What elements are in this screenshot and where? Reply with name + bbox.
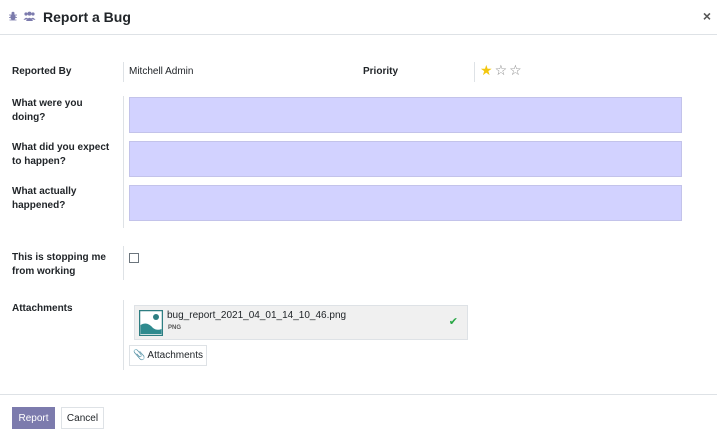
expected-input[interactable] [129, 141, 682, 177]
check-icon: ✔ [448, 316, 458, 328]
doing-input[interactable] [129, 97, 682, 133]
actual-input[interactable] [129, 185, 682, 221]
reported-by-value[interactable]: Mitchell Admin [129, 65, 193, 79]
attachment-file-type: PNG [168, 325, 182, 331]
actual-label: What actually happened? [12, 185, 76, 213]
doing-label-line2: doing? [12, 112, 46, 123]
attachment-file-name: bug_report_2021_04_01_14_10_46.png [167, 310, 347, 321]
priority-stars: ★ ☆ ☆ [480, 62, 522, 78]
stopping-label-line1: This is stopping me [12, 252, 106, 263]
stopping-label-line2: from working [12, 266, 76, 277]
dialog-header: Report a Bug × [0, 0, 717, 35]
divider [123, 300, 124, 370]
priority-star-2[interactable]: ☆ [495, 62, 508, 78]
expected-label: What did you expect to happen? [12, 141, 109, 169]
bug-icon [9, 11, 17, 21]
expected-label-line1: What did you expect [12, 142, 110, 153]
close-icon[interactable]: × [703, 8, 711, 24]
image-file-icon [139, 310, 163, 336]
add-attachments-label: Attachments [147, 350, 204, 361]
priority-star-1[interactable]: ★ [480, 62, 493, 78]
stopping-label: This is stopping me from working [12, 251, 106, 279]
divider [123, 96, 124, 228]
footer-divider [0, 394, 717, 395]
stopping-checkbox[interactable] [129, 253, 139, 263]
actual-label-line1: What actually [12, 186, 77, 197]
paperclip-icon: 📎 [132, 350, 146, 361]
cancel-button[interactable]: Cancel [61, 407, 104, 429]
doing-label-line1: What were you [12, 98, 83, 109]
priority-star-3[interactable]: ☆ [509, 62, 522, 78]
expected-label-line2: to happen? [12, 156, 66, 167]
divider [123, 246, 124, 280]
report-button[interactable]: Report [12, 407, 55, 429]
actual-label-line2: happened? [12, 200, 66, 211]
attachments-label: Attachments [12, 303, 73, 314]
divider [123, 62, 124, 82]
attachment-card[interactable]: bug_report_2021_04_01_14_10_46.png PNG ✔ [134, 305, 468, 340]
divider [474, 62, 475, 82]
add-attachments-button[interactable]: 📎 Attachments [129, 345, 207, 366]
users-icon [23, 11, 36, 21]
reported-by-label: Reported By [12, 66, 72, 77]
header-icons [8, 11, 36, 21]
dialog-title: Report a Bug [43, 9, 131, 25]
doing-label: What were you doing? [12, 97, 83, 125]
priority-label: Priority [363, 66, 399, 77]
